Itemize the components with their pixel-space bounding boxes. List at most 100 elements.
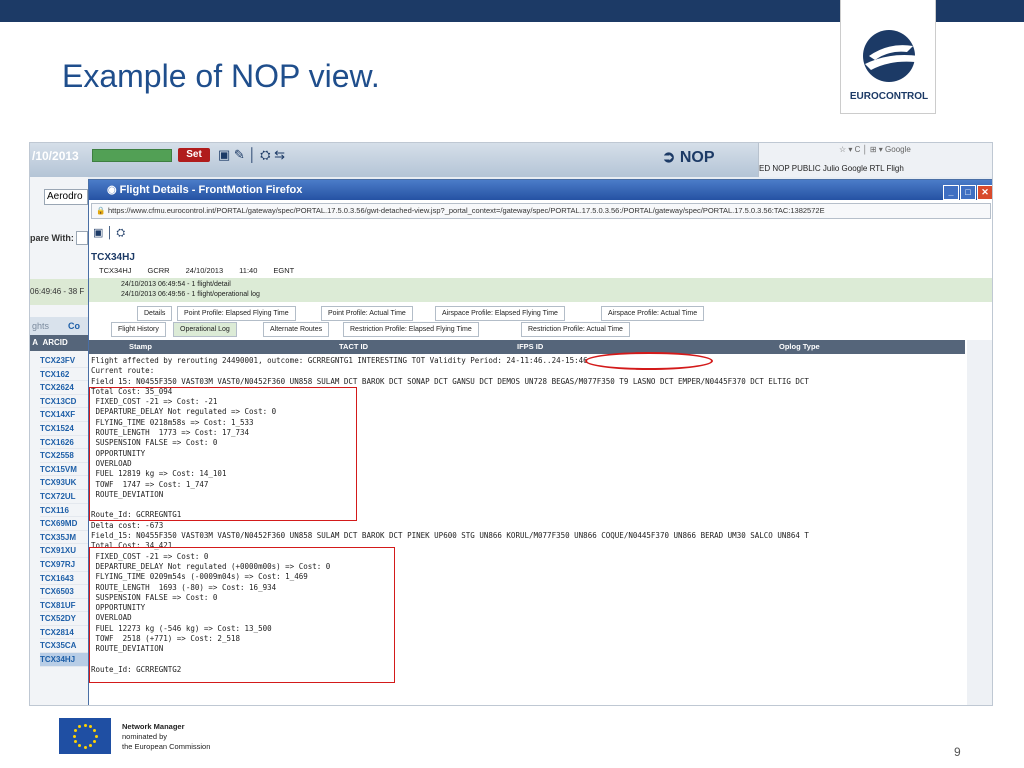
tab-point-profile-actual-time[interactable]: Point Profile: Actual Time [321, 306, 413, 321]
tab-airspace-profile-elapsed-flying-time[interactable]: Airspace Profile: Elapsed Flying Time [435, 306, 565, 321]
arcid-item[interactable]: TCX91XU [40, 544, 88, 558]
eu-star-icon [83, 745, 87, 749]
eu-star-icon [94, 734, 98, 738]
set-button[interactable]: Set [178, 148, 210, 162]
arcid-item[interactable]: TCX1524 [40, 422, 88, 436]
arcid-item[interactable]: TCX116 [40, 504, 88, 518]
arcid-item[interactable]: TCX52DY [40, 612, 88, 626]
aircraft-id: TCX34HJ [91, 252, 135, 263]
window-title: ◉ Flight Details - FrontMotion Firefox _… [89, 180, 992, 200]
header-field: EGNT [273, 266, 295, 275]
search-placeholder: Google [885, 145, 911, 154]
app-header: /10/2013 Set ▣ ✎ │ ⛭ ⇆ ➲ NOP [30, 143, 758, 177]
arcid-item[interactable]: TCX69MD [40, 517, 88, 531]
alternate-route-cost-highlight [89, 547, 395, 683]
header-field: GCRR [147, 266, 170, 275]
tab-details[interactable]: Details [137, 306, 173, 321]
date-label: /10/2013 [32, 149, 79, 163]
firefox-icon: ◉ [107, 184, 120, 196]
log-line: Current route: [91, 366, 155, 376]
bookmarks-bar[interactable]: ED NOP PUBLIC Julio Google RTL Fligh [759, 164, 904, 173]
flight-details-window: ◉ Flight Details - FrontMotion Firefox _… [88, 179, 992, 705]
history-item[interactable]: 24/10/2013 06:49:54 - 1 flight/detail [121, 281, 231, 288]
tab-restriction-profile-actual-time[interactable]: Restriction Profile: Actual Time [521, 322, 630, 337]
nop-logo: ➲ NOP [662, 149, 715, 166]
slide-title: Example of NOP view. [62, 58, 380, 94]
arcid-item[interactable]: TCX1626 [40, 436, 88, 450]
log-column-header: Stamp TACT ID IFPS ID Oplog Type [89, 340, 965, 354]
history-item[interactable]: 24/10/2013 06:49:56 - 1 flight/operation… [121, 291, 260, 298]
url-bar[interactable]: 🔒 https://www.cfmu.eurocontrol.int/PORTAL… [91, 203, 991, 219]
arcid-item[interactable]: TCX1643 [40, 572, 88, 586]
tab-compare[interactable]: Co [68, 321, 80, 331]
tab-flights[interactable]: ghts [32, 321, 49, 331]
arcid-item[interactable]: TCX93UK [40, 476, 88, 490]
arcid-item[interactable]: TCX2558 [40, 449, 88, 463]
compare-label: pare With: [30, 233, 74, 243]
eurocontrol-logo: EUROCONTROL [840, 0, 936, 114]
arcid-item[interactable]: TCX2814 [40, 626, 88, 640]
url-text: https://www.cfmu.eurocontrol.int/PORTAL/… [108, 206, 825, 215]
compare-input[interactable] [76, 231, 88, 245]
tab-operational-log[interactable]: Operational Log [173, 322, 237, 337]
arcid-item[interactable]: TCX35CA [40, 639, 88, 654]
eu-star-icon [89, 724, 92, 728]
validity-period-highlight [585, 352, 713, 370]
header-field: 11:40 [239, 266, 258, 275]
col-oplog-type[interactable]: Oplog Type [779, 340, 820, 354]
date-input[interactable] [92, 149, 172, 162]
eu-star-icon [72, 734, 76, 738]
tab-alternate-routes[interactable]: Alternate Routes [263, 322, 330, 337]
footer-line-3: the European Commission [122, 742, 211, 751]
arcid-item[interactable]: TCX6503 [40, 585, 88, 599]
arcid-header: A ARCID [30, 335, 88, 351]
eu-star-icon [93, 740, 97, 743]
log-line: Field 15: N0455F350 VAST03M VAST0/N0452F… [91, 376, 809, 386]
log-line: Delta cost: -673 [91, 520, 164, 530]
eu-flag [59, 718, 111, 754]
history-panel: 24/10/2013 06:49:54 - 1 flight/detail 24… [89, 278, 992, 302]
arcid-item[interactable]: TCX97RJ [40, 558, 88, 572]
arcid-item[interactable]: TCX34HJ [40, 653, 88, 667]
nop-screenshot: /10/2013 Set ▣ ✎ │ ⛭ ⇆ ➲ NOP ☆ ▾ C │ ⊞ ▾… [29, 142, 993, 706]
col-stamp[interactable]: Stamp [129, 340, 152, 354]
arcid-item[interactable]: TCX35JM [40, 531, 88, 545]
firefox-toolbar: ☆ ▾ C │ ⊞ ▾ Google ED NOP PUBLIC Julio G… [758, 143, 992, 177]
tab-row-1: Details Point Profile: Elapsed Flying Tim… [89, 306, 992, 322]
current-route-cost-highlight [89, 387, 357, 521]
col-tact-id[interactable]: TACT ID [339, 340, 368, 354]
arcid-header-label: ARCID [42, 338, 68, 347]
arcid-item[interactable]: TCX2624 [40, 381, 88, 395]
col-ifps-id[interactable]: IFPS ID [517, 340, 543, 354]
minimize-icon[interactable]: _ [943, 185, 959, 200]
tab-airspace-profile-actual-time[interactable]: Airspace Profile: Actual Time [601, 306, 705, 321]
tab-point-profile-elapsed-flying-time[interactable]: Point Profile: Elapsed Flying Time [177, 306, 296, 321]
header-field: TCX34HJ [99, 266, 132, 275]
log-line: Field_15: N0455F350 VAST03M VAST0/N0452F… [91, 531, 809, 541]
toolbar-icons[interactable]: ▣ ✎ │ ⛭ ⇆ [218, 147, 285, 163]
nop-label: NOP [679, 149, 715, 166]
footer-line-1: Network Manager [122, 722, 185, 731]
close-icon[interactable]: ✕ [977, 185, 992, 200]
tab-row-2: Flight History Operational Log Alternate R… [89, 322, 992, 338]
eu-star-icon [73, 729, 77, 732]
arcid-item[interactable]: TCX15VM [40, 463, 88, 477]
arcid-item[interactable]: TCX72UL [40, 490, 88, 504]
arcid-item[interactable]: TCX23FV [40, 354, 88, 368]
arcid-item[interactable]: TCX162 [40, 368, 88, 382]
arcid-item[interactable]: TCX13CD [40, 395, 88, 409]
lock-icon: 🔒 [96, 206, 106, 215]
vertical-scrollbar[interactable] [967, 340, 992, 705]
arcid-item[interactable]: TCX14XF [40, 408, 88, 422]
window-tool-icons[interactable]: ▣ │ ⛭ [93, 226, 125, 240]
logo-text: EUROCONTROL [849, 91, 929, 102]
search-box[interactable]: ☆ ▾ C │ ⊞ ▾ Google [839, 145, 911, 154]
arcid-list: TCX23FV TCX162 TCX2624 TCX13CD TCX14XF TCX152… [40, 354, 88, 667]
aerodrome-select[interactable]: Aerodro [44, 189, 88, 205]
arcid-item[interactable]: TCX81UF [40, 599, 88, 613]
tab-flight-history[interactable]: Flight History [111, 322, 166, 337]
maximize-icon[interactable]: □ [960, 185, 976, 200]
eu-star-icon [93, 729, 97, 732]
window-title-text: Flight Details - FrontMotion Firefox [119, 184, 303, 196]
tab-restriction-profile-elapsed-flying-time[interactable]: Restriction Profile: Elapsed Flying Time [343, 322, 479, 337]
